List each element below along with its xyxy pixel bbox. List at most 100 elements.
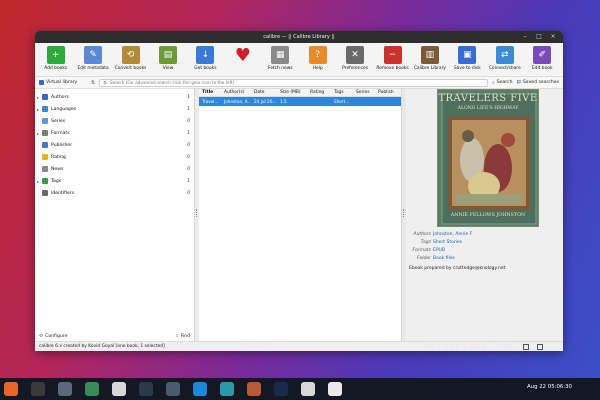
category-count: 0 — [187, 166, 190, 172]
find-icon: ⌕ — [176, 334, 179, 339]
toolbar-label: Connect/share — [488, 66, 521, 71]
layout-toggle-icon[interactable] — [523, 344, 529, 350]
category-label: Identifiers — [51, 190, 75, 196]
category-rating[interactable]: Rating 0 — [35, 151, 194, 163]
add-books-button[interactable]: + Add books — [37, 46, 74, 71]
close-icon[interactable]: × — [549, 33, 557, 41]
format-link[interactable]: EPUB — [433, 248, 445, 253]
store-icon[interactable] — [193, 382, 207, 396]
folder-link[interactable]: Book files — [433, 256, 455, 261]
virtual-library-button[interactable]: Virtual library — [39, 80, 87, 85]
title-bar[interactable]: calibre — || Calibre Library || – □ × — [35, 31, 563, 43]
preferences-button[interactable]: ✕ Preferences — [336, 46, 373, 71]
toolbar-label: Calibre Library — [413, 66, 446, 71]
column-header[interactable]: Tags — [331, 90, 353, 95]
column-header[interactable]: Rating — [307, 90, 331, 95]
author-link[interactable]: Johnston, Annie F — [433, 232, 472, 237]
search-field[interactable]: ⚙ — [99, 78, 489, 87]
calibre-icon[interactable] — [328, 382, 342, 396]
clock[interactable]: Aug 22 05:06:30 — [527, 384, 572, 390]
cover-subtitle: ALONG LIFE'S HIGHWAY — [457, 106, 519, 111]
configure-button[interactable]: ⚙ Configure — [39, 334, 67, 339]
save-to-disk-button[interactable]: ▣ Save to disk — [449, 46, 486, 71]
view-button[interactable]: ▤ View — [149, 46, 186, 71]
gear-icon[interactable]: ⚙ — [103, 80, 107, 85]
book-description: Ebook prepared by cruttedge@knology.net — [409, 266, 506, 271]
book-list: Title Author(s) Date Size (MB) Rating Tags Ser… — [199, 89, 402, 341]
connect-share-icon: ⇄ — [495, 46, 514, 64]
table-cell: 1.5 — [280, 99, 287, 104]
files-icon[interactable] — [58, 382, 72, 396]
toolbar-label: Edit book — [531, 66, 553, 71]
screen-capture-icon[interactable] — [166, 382, 180, 396]
publisher-icon — [42, 142, 48, 148]
convert-books-button[interactable]: ⟲ Convert books — [112, 46, 149, 71]
category-series[interactable]: Series 0 — [35, 115, 194, 127]
toolbar-label: Get books — [194, 66, 217, 71]
search-button[interactable]: ⌕ Search — [492, 80, 512, 86]
table-row[interactable]: Travel... Johnston, A... 24 Jul 20... 1.5 Sh… — [199, 97, 401, 106]
cover-title: TRAVELERS FIVE — [438, 93, 538, 104]
layout-toggle-icon[interactable] — [537, 344, 543, 350]
column-header[interactable]: Series — [353, 90, 375, 95]
sort-icon[interactable]: ⇅ — [91, 80, 95, 86]
category-tags[interactable]: ▸ Tags 1 — [35, 175, 194, 187]
column-header[interactable]: Size (MB) — [277, 90, 307, 95]
taskbar: Aug 22 05:06:30 — [0, 378, 600, 400]
text-editor-icon[interactable] — [112, 382, 126, 396]
tag-browser: ▸ Authors 1 ▸ Languages 1 Series 0 ▸ Formats 1 Publ… — [35, 89, 195, 341]
category-formats[interactable]: ▸ Formats 1 — [35, 127, 194, 139]
formats-icon — [42, 130, 48, 136]
category-publisher[interactable]: Publisher 0 — [35, 139, 194, 151]
category-count: 1 — [187, 94, 190, 100]
edit-book-button[interactable]: ✐ Edit book — [523, 46, 560, 71]
search-input[interactable] — [109, 80, 485, 85]
news-icon — [42, 166, 48, 172]
edit-book-icon: ✐ — [533, 46, 552, 64]
calibre-library-button[interactable]: ▥ Calibre Library — [411, 46, 448, 71]
main-panes: ▸ Authors 1 ▸ Languages 1 Series 0 ▸ Formats 1 Publ… — [35, 89, 563, 341]
category-count: 0 — [187, 118, 190, 124]
column-header[interactable]: Date — [251, 90, 277, 95]
category-identifiers[interactable]: Identifiers 0 — [35, 187, 194, 199]
column-header[interactable]: Author(s) — [221, 90, 251, 95]
category-count: 1 — [187, 178, 190, 184]
book-cover[interactable]: TRAVELERS FIVE ALONG LIFE'S HIGHWAY ANNI… — [437, 89, 539, 227]
tag-link[interactable]: Short Stories — [433, 240, 462, 245]
column-header[interactable]: Publish — [375, 90, 397, 95]
preferences-icon: ✕ — [346, 46, 365, 64]
search-row: Virtual library ⇅ ⚙ ⌕ Search ▤ Saved sea… — [35, 77, 563, 89]
category-news[interactable]: News 0 — [35, 163, 194, 175]
donate-button[interactable]: ♥ — [224, 45, 261, 66]
cover-author: ANNIE FELLOWS JOHNSTON — [450, 213, 526, 218]
connect-share-button[interactable]: ⇄ Connect/share — [486, 46, 523, 71]
toolbar-label: Convert books — [114, 66, 147, 71]
toolbar-label: Fetch news — [267, 66, 293, 71]
book-metadata: Authors Johnston, Annie F Tags Short Stori… — [409, 232, 506, 271]
fetch-news-button[interactable]: ▦ Fetch news — [262, 46, 299, 71]
help-button[interactable]: ? Help — [299, 46, 336, 71]
steam-icon[interactable] — [274, 382, 288, 396]
minimize-icon[interactable]: – — [521, 33, 529, 41]
category-languages[interactable]: ▸ Languages 1 — [35, 103, 194, 115]
saved-searches-icon: ▤ — [516, 80, 521, 85]
status-text: calibre 6.x created by Kovid Goyal [one … — [39, 344, 165, 349]
remove-books-button[interactable]: − Remove books — [374, 46, 411, 71]
screenshot-icon[interactable] — [139, 382, 153, 396]
calculator-icon[interactable] — [85, 382, 99, 396]
find-button[interactable]: ⌕ Find — [176, 333, 190, 340]
document-icon[interactable] — [301, 382, 315, 396]
category-label: News — [51, 166, 64, 172]
saved-searches-button[interactable]: ▤ Saved searches — [517, 80, 559, 85]
game-icon[interactable] — [247, 382, 261, 396]
search-icon: ⌕ — [492, 80, 495, 86]
convert-books-icon: ⟲ — [121, 46, 140, 64]
firefox-icon[interactable] — [4, 382, 18, 396]
monitor-icon[interactable] — [220, 382, 234, 396]
terminal-icon[interactable] — [31, 382, 45, 396]
get-books-button[interactable]: ↓ Get books — [187, 46, 224, 71]
maximize-icon[interactable]: □ — [535, 33, 543, 41]
category-authors[interactable]: ▸ Authors 1 — [35, 91, 194, 103]
column-header[interactable]: Title — [199, 90, 221, 95]
edit-metadata-button[interactable]: ✎ Edit metadata — [74, 46, 111, 71]
